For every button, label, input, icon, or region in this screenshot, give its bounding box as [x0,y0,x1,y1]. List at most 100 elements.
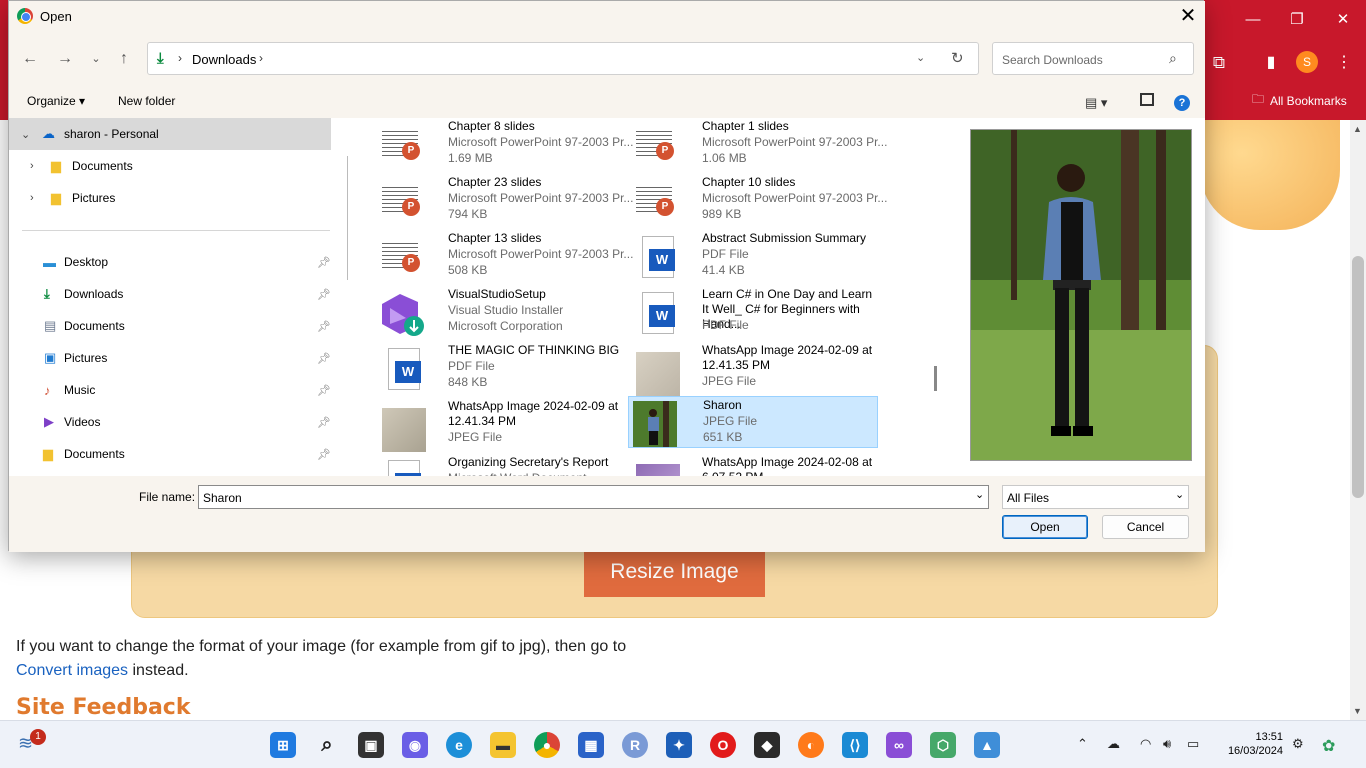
file-item[interactable]: P Chapter 1 slides Microsoft PowerPoint … [628,118,887,172]
chevron-down-icon[interactable]: ⌄ [21,128,30,141]
file-item[interactable]: P Chapter 23 slides Microsoft PowerPoint… [374,174,633,228]
photo-thumbnail [632,458,680,476]
chevron-down-icon[interactable]: ⌄ [916,51,925,64]
pin-icon[interactable]: 📌︎ [317,416,331,429]
quick-access-pictures[interactable]: ▣ Pictures 📌︎ [9,342,331,374]
address-bar[interactable]: ⤓ › Downloads › ⌄ ↻ [147,42,979,75]
opera-icon[interactable]: O [710,732,736,758]
search-icon[interactable]: ⌕ [1169,50,1177,67]
pin-icon[interactable]: 📌︎ [317,320,331,333]
recent-locations-icon[interactable]: ⌄ [83,46,109,72]
edge-icon[interactable]: e [446,732,472,758]
quick-access-desktop[interactable]: ▬ Desktop 📌︎ [9,246,331,278]
close-icon[interactable]: ✕ [1328,0,1358,40]
teams-icon[interactable]: ◉ [402,732,428,758]
extensions-icon[interactable]: ⧉ [1204,43,1234,83]
chevron-down-icon[interactable]: ⌄ [975,488,984,501]
file-item[interactable]: W THE MAGIC OF THINKING BIG PDF File 848… [374,342,624,396]
file-explorer-icon[interactable]: ▬ [490,732,516,758]
dialog-close-button[interactable]: ✕ [1175,4,1201,30]
quick-access-downloads[interactable]: ⤓ Downloads 📌︎ [9,278,331,310]
all-bookmarks[interactable]: 🗀 All Bookmarks [1252,90,1347,111]
visual-studio-icon[interactable]: ∞ [886,732,912,758]
cube-app-icon[interactable]: ◆ [754,732,780,758]
resize-image-button[interactable]: Resize Image [584,547,765,597]
photos-icon[interactable]: ▲ [974,732,1000,758]
wifi-icon[interactable]: ◠ [1140,736,1151,752]
file-item-selected[interactable]: Sharon JPEG File 651 KB [628,396,878,448]
quick-access-videos[interactable]: ▶ Videos 📌︎ [9,406,331,438]
task-view-icon[interactable]: ▣ [358,732,384,758]
file-type-select[interactable]: All Files [1002,485,1189,509]
notifications-icon[interactable]: ⚙ [1292,736,1304,752]
vscode-icon[interactable]: ⟨⟩ [842,732,868,758]
file-item[interactable]: P Chapter 8 slides Microsoft PowerPoint … [374,118,633,172]
volume-icon[interactable]: 🔊︎ [1163,736,1171,752]
search-input[interactable]: Search Downloads ⌕ [992,42,1194,75]
preview-pane-icon[interactable] [1140,93,1154,106]
minimize-icon[interactable]: — [1238,0,1268,40]
store-icon[interactable]: ▦ [578,732,604,758]
file-item[interactable]: W Organizing Secretary's Report Microsof… [374,454,624,476]
help-icon[interactable]: ? [1174,95,1190,111]
file-name-input[interactable]: Sharon [198,485,989,509]
breadcrumb-separator[interactable]: › [178,51,182,65]
r-app-icon[interactable]: R [622,732,648,758]
search-icon[interactable]: ⌕ [314,732,340,758]
chevron-down-icon[interactable]: ⌄ [1175,488,1184,501]
new-folder-button[interactable]: New folder [118,94,175,108]
start-icon[interactable]: ⊞ [270,732,296,758]
clock-time[interactable]: 13:51 [1245,730,1283,745]
quick-access-documents-folder[interactable]: ▆ Documents 📌︎ [9,438,331,470]
back-arrow-icon[interactable]: ← [17,46,43,72]
copilot-icon[interactable]: ✿ [1322,736,1335,756]
restore-icon[interactable]: ❐ [1282,0,1312,40]
firefox-icon[interactable]: ◐ [798,732,824,758]
quick-access-documents[interactable]: ▤ Documents 📌︎ [9,310,331,342]
refresh-icon[interactable]: ↻ [951,49,964,67]
organize-button[interactable]: Organize ▾ [27,94,85,108]
breadcrumb-separator[interactable]: › [259,51,263,65]
scroll-down-icon[interactable]: ▼ [1353,706,1362,716]
open-button[interactable]: Open [1002,515,1088,539]
side-panel-icon[interactable]: ▮ [1256,43,1286,83]
app-icon[interactable]: ⬡ [930,732,956,758]
up-arrow-icon[interactable]: ↑ [111,46,137,72]
tree-item-documents[interactable]: › ▆ Documents [9,150,331,182]
pin-icon[interactable]: 📌︎ [317,256,331,269]
chevron-up-icon[interactable]: ⌃ [1077,736,1088,752]
menu-icon[interactable]: ⋮ [1329,43,1359,83]
scroll-up-icon[interactable]: ▲ [1353,124,1362,134]
file-item[interactable]: VisualStudioSetup Visual Studio Installe… [374,286,624,340]
view-options-button[interactable]: ▤ ▾ [1085,95,1107,111]
breadcrumb-downloads[interactable]: Downloads [192,52,256,67]
chevron-right-icon[interactable]: › [30,160,34,172]
app-icon[interactable]: ✦ [666,732,692,758]
pin-icon[interactable]: 📌︎ [317,352,331,365]
cloud-icon[interactable]: ☁ [1107,736,1120,752]
tree-item-onedrive[interactable]: ⌄ ☁ sharon - Personal [9,118,331,150]
chevron-right-icon[interactable]: › [30,192,34,204]
forward-arrow-icon[interactable]: → [52,46,78,72]
chrome-icon[interactable]: ● [534,732,560,758]
profile-avatar[interactable]: S [1296,51,1318,73]
file-name: Abstract Submission Summary [702,231,867,245]
clock-date[interactable]: 16/03/2024 [1214,745,1283,757]
page-scroll-thumb[interactable] [1352,256,1364,498]
file-item[interactable]: WhatsApp Image 2024-02-09 at 12.41.34 PM… [374,398,624,452]
convert-images-link[interactable]: Convert images [16,662,128,679]
file-list-scrollbar[interactable] [934,366,937,391]
file-item[interactable]: P Chapter 10 slides Microsoft PowerPoint… [628,174,887,228]
pin-icon[interactable]: 📌︎ [317,384,331,397]
cancel-button[interactable]: Cancel [1102,515,1189,539]
file-item[interactable]: WhatsApp Image 2024-02-08 at 6.07.52 PM [628,454,878,476]
battery-icon[interactable]: ▭ [1187,736,1199,752]
pin-icon[interactable]: 📌︎ [317,448,331,461]
pin-icon[interactable]: 📌︎ [317,288,331,301]
file-item[interactable]: W Abstract Submission Summary PDF File 4… [628,230,878,284]
file-item[interactable]: W Learn C# in One Day and Learn It Well_… [628,286,878,340]
file-item[interactable]: P Chapter 13 slides Microsoft PowerPoint… [374,230,633,284]
quick-access-music[interactable]: ♪ Music 📌︎ [9,374,331,406]
tree-item-pictures[interactable]: › ▆ Pictures [9,182,331,214]
file-item[interactable]: WhatsApp Image 2024-02-09 at 12.41.35 PM… [628,342,878,396]
